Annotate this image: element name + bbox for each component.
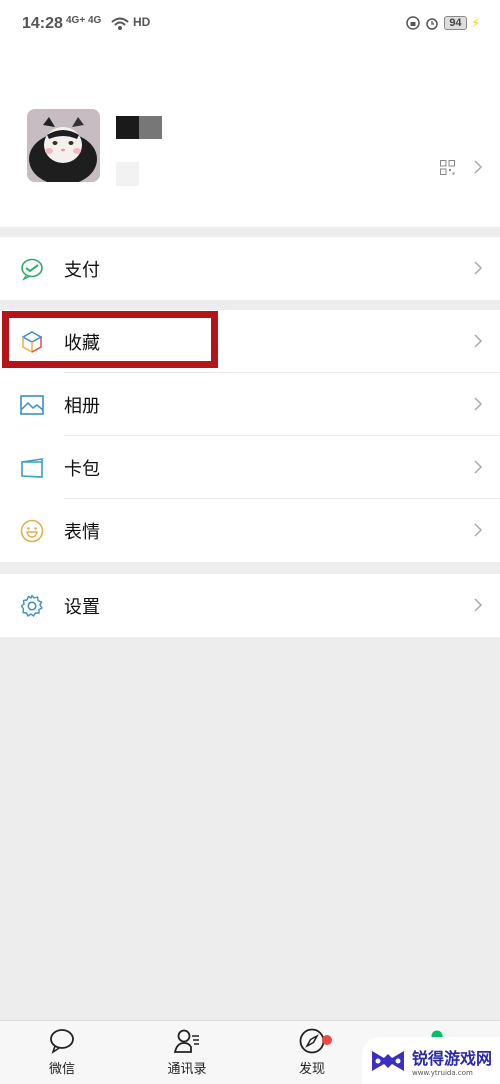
menu-label: 设置 [64,596,100,618]
watermark: 锐得游戏网 www.ytruida.com [362,1037,500,1084]
tab-label: 通讯录 [167,1062,207,1077]
qr-code-icon[interactable] [440,160,455,175]
notification-dot [322,1035,332,1045]
watermark-title: 锐得游戏网 [412,1048,493,1068]
chevron-right-icon [474,397,483,411]
image-icon [20,394,44,415]
menu-item-cards[interactable]: 卡包 [0,436,500,499]
status-bar: 14:28 4G+ 4G HD 94 ⚡ [0,0,500,50]
watermark-url: www.ytruida.com [412,1068,473,1077]
watermark-logo-icon [372,1050,404,1071]
profile-card[interactable] [0,50,500,227]
highlight-box [2,311,218,368]
chevron-right-icon [474,598,483,612]
wechat-pay-icon [21,258,43,281]
chat-bubble-icon [50,1029,74,1054]
signal-sim2-icon: 4G [88,15,102,26]
signal-sim1-icon: 4G+ [66,15,86,26]
tab-chats[interactable]: 微信 [22,1027,102,1077]
menu-label: 表情 [64,521,100,543]
battery-level: 94 [444,16,467,30]
menu-label: 支付 [64,259,100,281]
menu-item-settings[interactable]: 设置 [0,574,500,637]
menu-group-settings: 设置 [0,574,500,637]
menu-group-pay: 支付 [0,237,500,300]
tab-discover[interactable]: 发现 [272,1027,352,1077]
status-time: 14:28 [22,15,63,32]
card-wallet-icon [21,457,43,478]
chevron-right-icon[interactable] [474,160,483,174]
hd-voice-icon: HD [133,15,151,29]
chevron-right-icon [474,261,483,275]
gear-icon [20,594,43,617]
avatar[interactable] [27,109,100,182]
chevron-right-icon [474,334,483,348]
menu-label: 相册 [64,395,100,417]
menu-item-album[interactable]: 相册 [0,373,500,436]
tab-label: 微信 [48,1062,75,1077]
menu-label: 卡包 [64,458,100,480]
menu-item-pay[interactable]: 支付 [0,237,500,300]
tab-contacts[interactable]: 通讯录 [147,1027,227,1077]
nickname-redacted [116,116,162,139]
alarm-icon [426,18,439,30]
contacts-icon [173,1029,199,1053]
wifi-icon [111,17,129,30]
rotation-lock-icon [406,16,421,30]
wechat-id-redacted [116,162,139,186]
chevron-right-icon [474,460,483,474]
menu-item-stickers[interactable]: 表情 [0,499,500,562]
tab-label: 发现 [298,1062,325,1077]
chevron-right-icon [474,523,483,537]
smiley-icon [20,519,44,542]
charging-icon: ⚡ [471,16,480,30]
